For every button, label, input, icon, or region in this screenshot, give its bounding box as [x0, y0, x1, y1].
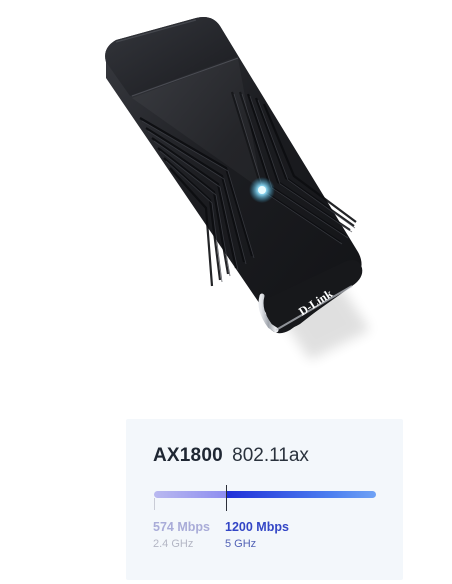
band-frequency: 5 GHz	[225, 538, 257, 550]
band-speed: 574 Mbps	[153, 520, 210, 534]
bar-start-tick	[154, 498, 155, 510]
band-speed: 1200 Mbps	[225, 520, 289, 534]
band-5ghz: 1200 Mbps 5 GHz	[225, 520, 289, 550]
band-divider	[226, 485, 227, 511]
speed-bar	[154, 491, 376, 498]
spec-card: AX1800 802.11ax 574 Mbps 2.4 GHz 1200 Mb…	[126, 419, 403, 580]
speed-bar-5ghz	[226, 491, 376, 498]
usb-adapter-illustration: D-Link	[105, 17, 370, 360]
product-page: D-Link AX1800 802.11ax 574 Mbps 2.4 GHz …	[0, 0, 452, 584]
product-image: D-Link	[0, 0, 452, 380]
speed-bar-2-4ghz	[154, 491, 226, 498]
model-name: AX1800	[153, 445, 223, 466]
band-frequency: 2.4 GHz	[153, 538, 194, 550]
band-2-4ghz: 574 Mbps 2.4 GHz	[153, 520, 210, 550]
wifi-standard: 802.11ax	[232, 445, 309, 466]
spec-title: AX1800 802.11ax	[153, 445, 309, 467]
